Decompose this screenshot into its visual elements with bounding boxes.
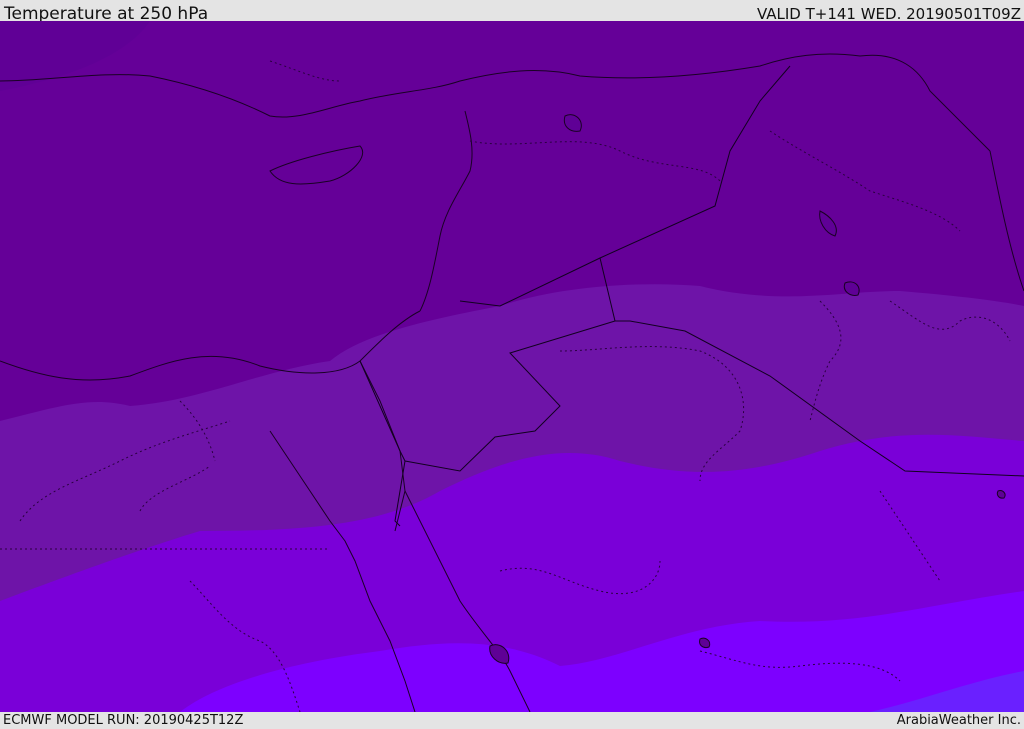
map-canvas xyxy=(0,21,1024,712)
forecast-map-page: Temperature at 250 hPa VALID T+141 WED. … xyxy=(0,0,1024,729)
model-run-label: ECMWF MODEL RUN: 20190425T12Z xyxy=(3,713,244,728)
footer-bar: ECMWF MODEL RUN: 20190425T12Z ArabiaWeat… xyxy=(0,712,1024,729)
temperature-map xyxy=(0,21,1024,712)
brand-label: ArabiaWeather Inc. xyxy=(896,713,1021,728)
header-bar: Temperature at 250 hPa VALID T+141 WED. … xyxy=(0,0,1024,24)
